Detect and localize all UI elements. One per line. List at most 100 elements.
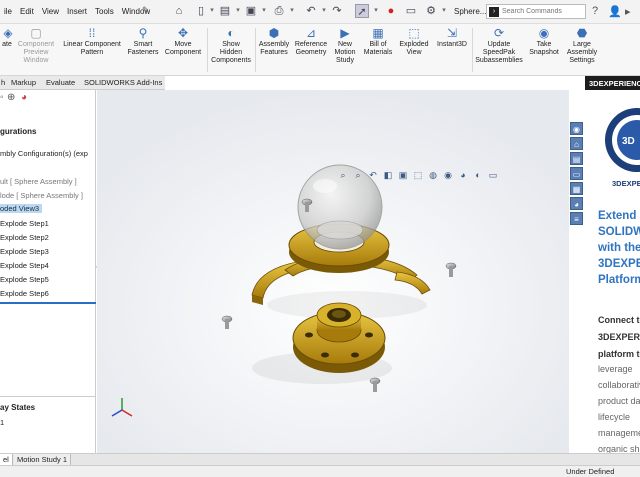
instant3d-button[interactable]: ⇲ Instant3D (432, 26, 472, 74)
chevron-down-icon[interactable]: ▾ (440, 4, 448, 18)
tree-root[interactable]: mbly Configuration(s) (exp (0, 149, 88, 158)
chevron-down-icon[interactable]: ▾ (260, 4, 268, 18)
apply-scene-icon[interactable]: ◐ (472, 169, 484, 181)
redo-icon[interactable]: ↷ (330, 4, 344, 18)
linear-component-pattern-button[interactable]: ⁞⁞ Linear Component Pattern (58, 26, 126, 74)
file-explorer-icon[interactable]: ▭ (570, 167, 583, 180)
take-snapshot-button[interactable]: ◉ Take Snapshot (526, 26, 562, 74)
panel-splitter[interactable] (0, 302, 96, 304)
pattern-icon: ⁞⁞ (88, 26, 96, 40)
promo-subhead: Connect to the 3DEXPERIENCE platform to (598, 315, 640, 359)
tree-item-default-config[interactable]: ult [ Sphere Assembly ] (0, 177, 77, 186)
tree-item-explode-step[interactable]: Explode Step6 (0, 289, 49, 298)
view-palette-icon[interactable]: ▦ (570, 182, 583, 195)
move-component-button[interactable]: ✥ Move Component (160, 26, 206, 74)
appearance-icon[interactable]: ◕ (21, 92, 27, 103)
3dexperience-tab-icon[interactable]: ◉ (570, 122, 583, 135)
update-speedpak-button[interactable]: ⟳ Update SpeedPak Subassemblies (472, 26, 526, 74)
property-manager-icon[interactable]: ◦ (0, 92, 4, 103)
help-icon[interactable]: ? (592, 5, 598, 17)
file-properties-icon[interactable]: ▭ (404, 4, 418, 18)
tab-evaluate[interactable]: Evaluate (46, 78, 75, 87)
zoom-to-fit-icon[interactable]: ⌕ (337, 169, 349, 181)
zoom-area-icon[interactable]: ⌕ (352, 169, 364, 181)
assembly-features-button[interactable]: ⬢ Assembly Features (256, 26, 292, 74)
pin-icon[interactable]: ✎ (142, 5, 150, 16)
promo-body: leverage collaborative product data life… (598, 364, 640, 454)
menu-view[interactable]: View (42, 7, 59, 16)
tab-sketch[interactable]: h (1, 78, 5, 87)
component-preview-window-button[interactable]: ▢ Component Preview Window (14, 26, 58, 74)
custom-properties-icon[interactable]: ≡ (570, 212, 583, 225)
tree-item-explode-step[interactable]: Explode Step4 (0, 261, 49, 270)
menu-edit[interactable]: Edit (20, 7, 34, 16)
view-orientation-icon[interactable]: ⬚ (412, 169, 424, 181)
assembly-model (97, 90, 569, 453)
chevron-down-icon[interactable]: ▾ (372, 4, 380, 18)
display-state-item[interactable]: 1 (0, 418, 4, 427)
chevron-down-icon[interactable]: ▾ (320, 4, 328, 18)
tab-markup[interactable]: Markup (11, 78, 36, 87)
dynamic-annotation-icon[interactable]: ▣ (397, 169, 409, 181)
undo-icon[interactable]: ↶ (304, 4, 318, 18)
menu-tools[interactable]: Tools (95, 7, 114, 16)
user-icon[interactable]: 👤 (608, 5, 622, 18)
appearances-icon[interactable]: ◕ (570, 197, 583, 210)
chevron-down-icon[interactable]: ▾ (208, 4, 216, 18)
search-commands[interactable]: › (486, 4, 586, 19)
tree-item-explode-step[interactable]: Explode Step2 (0, 233, 49, 242)
previous-view-icon[interactable]: ↶ (367, 169, 379, 181)
expand-icon[interactable]: ▸ (625, 5, 631, 18)
edit-component-button[interactable]: ◈ ate (0, 26, 14, 74)
large-assembly-settings-button[interactable]: ⬣ Large Assembly Settings (562, 26, 602, 74)
tree-item-explode-step[interactable]: Explode Step5 (0, 275, 49, 284)
open-icon[interactable]: ▤ (218, 4, 232, 18)
task-pane-tabs: ◉ ⌂ ▤ ▭ ▦ ◕ ≡ (569, 120, 585, 232)
edit-appearance-icon[interactable]: ◕ (457, 169, 469, 181)
new-motion-study-button[interactable]: ▶ New Motion Study (330, 26, 360, 74)
tab-solidworks-add-ins[interactable]: SOLIDWORKS Add-Ins (84, 78, 162, 87)
menu-insert[interactable]: Insert (67, 7, 87, 16)
new-document-icon[interactable]: ▯ (194, 4, 208, 18)
design-library-icon[interactable]: ▤ (570, 152, 583, 165)
menu-file[interactable]: ile (4, 7, 12, 16)
tree-item-explode-step[interactable]: Explode Step1 (0, 219, 49, 228)
search-input[interactable] (502, 6, 584, 17)
svg-text:3D: 3D (622, 136, 635, 147)
chevron-down-icon[interactable]: ▾ (288, 4, 296, 18)
show-hidden-components-button[interactable]: ◐ Show Hidden Components (208, 26, 254, 74)
status-bar: Under Defined (0, 465, 640, 477)
select-cursor-icon[interactable]: ➚ (355, 4, 369, 18)
exploded-view-icon: ⬚ (408, 26, 420, 40)
bill-of-materials-button[interactable]: ▦ Bill of Materials (360, 26, 396, 74)
speedpak-icon: ⟳ (493, 26, 505, 40)
tree-item-explode-step[interactable]: Explode Step3 (0, 247, 49, 256)
divider (0, 396, 96, 397)
view-settings-icon[interactable]: ▭ (487, 169, 499, 181)
tree-item-exploded-view[interactable]: oded View3 (0, 204, 43, 213)
home-icon[interactable]: ⌂ (172, 4, 186, 18)
graphics-viewport[interactable]: ⌕ ⌕ ↶ ◧ ▣ ⬚ ◍ ◉ ◕ ◐ ▭ (97, 90, 569, 453)
chevron-down-icon[interactable]: ▾ (234, 4, 242, 18)
task-pane: 3D 3DEXPERIENCE Extend SOLIDWORKS with t… (585, 90, 640, 463)
promo-headline: Extend SOLIDWORKS with the 3DEXPERIENCE … (598, 210, 640, 286)
display-style-icon[interactable]: ◍ (427, 169, 439, 181)
section-view-icon[interactable]: ◧ (382, 169, 394, 181)
solidworks-resources-icon[interactable]: ⌂ (570, 137, 583, 150)
smart-fasteners-button[interactable]: ⚲ Smart Fasteners (126, 26, 160, 74)
crosshair-icon[interactable]: ⊕ (7, 92, 15, 103)
logo-text: 3DEXPERIENCE (612, 179, 640, 188)
hide-show-items-icon[interactable]: ◉ (442, 169, 454, 181)
tree-item-explode-config[interactable]: lode [ Sphere Assembly ] (0, 191, 83, 200)
heads-up-toolbar: ⌕ ⌕ ↶ ◧ ▣ ⬚ ◍ ◉ ◕ ◐ ▭ (337, 169, 502, 181)
large-assembly-icon: ⬣ (576, 26, 588, 40)
traffic-light-icon[interactable]: ● (384, 4, 398, 18)
gear-icon[interactable]: ⚙ (424, 4, 438, 18)
manager-tab-icons: ◦ ⊕ ◕ (0, 92, 96, 106)
print-icon[interactable]: ⎙ (272, 4, 286, 18)
save-icon[interactable]: ▣ (244, 4, 258, 18)
reference-geometry-button[interactable]: ⊿ Reference Geometry (292, 26, 330, 74)
exploded-view-button[interactable]: ⬚ Exploded View (396, 26, 432, 74)
display-states-title: ay States (0, 403, 36, 412)
command-tabs: h Markup Evaluate SOLIDWORKS Add-Ins (0, 76, 165, 90)
